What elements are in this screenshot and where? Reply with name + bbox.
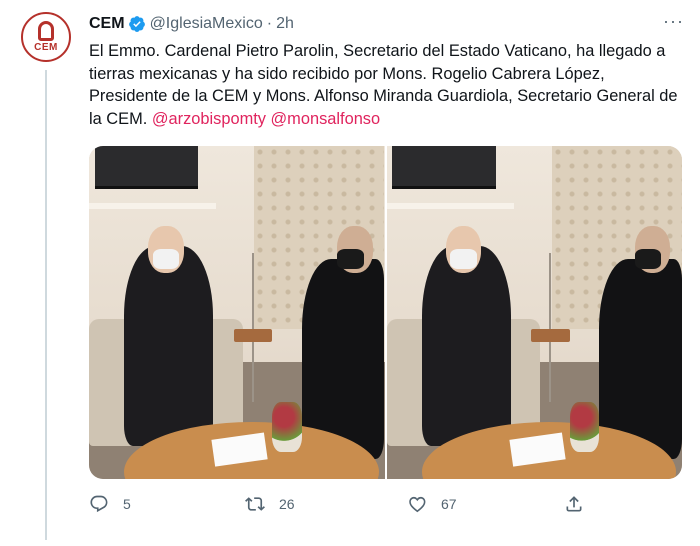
tweet-media — [89, 146, 682, 479]
tweet-actions: 5 26 67 — [89, 494, 589, 518]
retweet-button[interactable]: 26 — [245, 494, 295, 514]
like-count: 67 — [441, 496, 457, 512]
tweet-text: El Emmo. Cardenal Pietro Parolin, Secret… — [89, 40, 687, 130]
like-button[interactable]: 67 — [407, 494, 457, 514]
photo-person-seated-left — [421, 245, 511, 446]
photo-flowers — [272, 402, 302, 453]
photo-flowers — [569, 402, 600, 453]
photo-mask-white — [450, 249, 477, 270]
photo-lamp — [549, 252, 552, 403]
photo-mask-black — [337, 249, 364, 270]
heart-icon — [409, 496, 426, 513]
photo-mask-black — [634, 249, 662, 270]
avatar-logo-text: CEM — [34, 42, 58, 53]
photo-tv — [392, 146, 496, 190]
photo-side-table — [531, 329, 570, 343]
tweet-timestamp[interactable]: 2h — [276, 15, 294, 33]
header-separator: · — [266, 15, 273, 32]
author-handle[interactable]: @IglesiaMexico — [150, 15, 263, 33]
more-options-icon[interactable]: ··· — [663, 12, 684, 30]
photo-right[interactable] — [386, 146, 682, 479]
photo-person-seated-left — [124, 245, 214, 446]
reply-count: 5 — [123, 496, 131, 512]
avatar[interactable]: CEM — [21, 12, 71, 62]
retweet-count: 26 — [279, 496, 295, 512]
photo-tv — [94, 146, 199, 190]
cem-logo-mark — [38, 21, 54, 41]
photo-side-table — [233, 329, 273, 343]
share-icon — [566, 496, 582, 512]
mention-link[interactable]: @arzobispomty — [152, 110, 266, 128]
photo-shelf — [386, 202, 514, 210]
photo-shelf — [89, 202, 217, 210]
author-name[interactable]: CEM — [89, 15, 125, 33]
reply-icon — [90, 495, 108, 513]
reply-button[interactable]: 5 — [89, 494, 131, 514]
retweet-icon — [245, 497, 265, 511]
share-button[interactable] — [564, 494, 598, 514]
thread-line — [45, 70, 47, 540]
photo-left[interactable] — [89, 146, 385, 479]
photo-lamp — [251, 252, 254, 403]
verified-badge-icon — [128, 15, 146, 33]
tweet-header: CEM @IglesiaMexico · 2h ··· — [89, 12, 684, 35]
photo-mask-white — [152, 249, 180, 270]
mention-link[interactable]: @monsalfonso — [271, 110, 381, 128]
